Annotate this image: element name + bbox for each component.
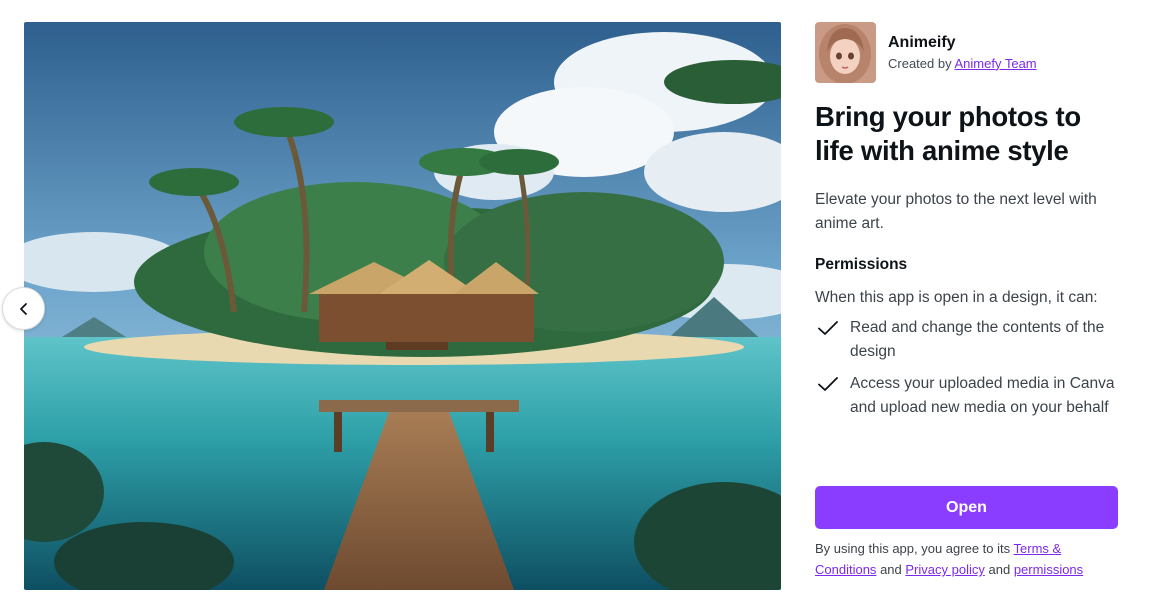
legal-and-1: and bbox=[880, 562, 902, 577]
permission-text: Read and change the contents of the desi… bbox=[850, 319, 1105, 360]
app-description: Elevate your photos to the next level wi… bbox=[815, 191, 1097, 232]
creator-link[interactable]: Animefy Team bbox=[955, 56, 1037, 71]
permissions-heading: Permissions bbox=[815, 256, 908, 273]
app-creator-line: Created by Animefy Team bbox=[888, 55, 1037, 73]
app-meta: Animeify Created by Animefy Team bbox=[888, 33, 1037, 73]
privacy-policy-link[interactable]: Privacy policy bbox=[905, 562, 984, 577]
check-icon bbox=[818, 377, 838, 391]
legal-prefix: By using this app, you agree to its bbox=[815, 541, 1011, 556]
chevron-left-icon bbox=[19, 302, 27, 315]
permissions-list: Read and change the contents of the desi… bbox=[815, 316, 1125, 420]
created-by-label: Created by bbox=[888, 55, 952, 71]
app-preview-image bbox=[24, 22, 781, 590]
app-name: Animeify bbox=[888, 33, 956, 51]
legal-notice: By using this app, you agree to its Term… bbox=[815, 538, 1125, 580]
app-icon bbox=[815, 22, 876, 83]
carousel-prev-button[interactable] bbox=[2, 287, 45, 330]
app-header: Animeify Created by Animefy Team bbox=[815, 22, 1125, 83]
page-title: Bring your photos to life with anime sty… bbox=[815, 101, 1081, 166]
app-info-panel: Animeify Created by Animefy Team Bring y… bbox=[815, 22, 1125, 428]
permission-text: Access your uploaded media in Canva and … bbox=[850, 375, 1115, 416]
check-icon bbox=[818, 321, 838, 335]
permission-item: Access your uploaded media in Canva and … bbox=[815, 372, 1125, 420]
permission-item: Read and change the contents of the desi… bbox=[815, 316, 1125, 364]
permissions-link[interactable]: permissions bbox=[1014, 562, 1083, 577]
anime-girl-avatar-icon bbox=[815, 22, 876, 83]
legal-and-2: and bbox=[988, 562, 1011, 577]
island-illustration bbox=[24, 22, 781, 590]
permissions-intro: When this app is open in a design, it ca… bbox=[815, 289, 1098, 306]
open-app-button[interactable]: Open bbox=[815, 486, 1118, 529]
